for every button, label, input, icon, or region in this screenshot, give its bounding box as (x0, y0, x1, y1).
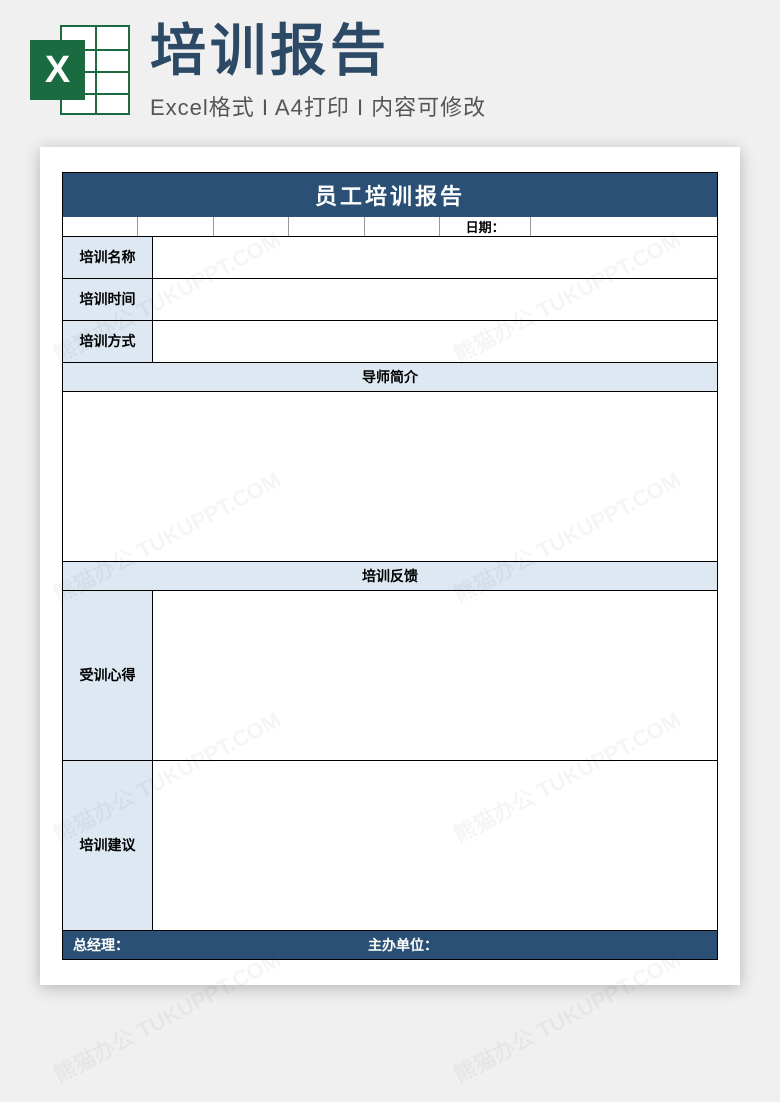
footer-manager-label: 总经理： (63, 931, 153, 959)
footer-organizer-label: 主办单位： (358, 931, 448, 959)
footer-manager-value[interactable] (153, 931, 358, 959)
label-training-name: 培训名称 (63, 237, 153, 278)
section-instructor-intro: 导师简介 (63, 363, 717, 392)
subtitle: Excel格式 I A4打印 I 内容可修改 (150, 90, 750, 122)
label-training-time: 培训时间 (63, 279, 153, 320)
main-title: 培训报告 (150, 20, 750, 82)
label-trainee-experience: 受训心得 (63, 591, 153, 760)
blank-cell (214, 217, 289, 236)
excel-file-icon: X (30, 20, 130, 120)
row-training-method: 培训方式 (63, 321, 717, 363)
blank-cell (63, 217, 138, 236)
excel-book-icon: X (30, 40, 85, 100)
footer-row: 总经理： 主办单位： (63, 931, 717, 959)
form-title: 员工培训报告 (63, 173, 717, 217)
date-value-cell[interactable] (531, 217, 717, 236)
footer-organizer-value[interactable] (448, 931, 717, 959)
label-training-method: 培训方式 (63, 321, 153, 362)
input-training-suggestion[interactable] (153, 761, 717, 930)
row-training-time: 培训时间 (63, 279, 717, 321)
title-block: 培训报告 Excel格式 I A4打印 I 内容可修改 (150, 20, 750, 122)
input-trainee-experience[interactable] (153, 591, 717, 760)
row-trainee-experience: 受训心得 (63, 591, 717, 761)
input-training-method[interactable] (153, 321, 717, 362)
row-training-name: 培训名称 (63, 237, 717, 279)
section-training-feedback: 培训反馈 (63, 562, 717, 591)
label-training-suggestion: 培训建议 (63, 761, 153, 930)
blank-cell (365, 217, 440, 236)
date-row: 日期： (63, 217, 717, 237)
blank-cell (289, 217, 364, 236)
header-area: X 培训报告 Excel格式 I A4打印 I 内容可修改 (0, 0, 780, 132)
training-report-form: 员工培训报告 日期： 培训名称 培训时间 培训方式 导师简介 培训反馈 受训心得 (62, 172, 718, 960)
input-training-time[interactable] (153, 279, 717, 320)
blank-cell (138, 217, 213, 236)
date-label: 日期： (440, 217, 530, 236)
row-training-suggestion: 培训建议 (63, 761, 717, 931)
input-instructor-intro[interactable] (63, 392, 717, 562)
document-page: 员工培训报告 日期： 培训名称 培训时间 培训方式 导师简介 培训反馈 受训心得 (40, 147, 740, 985)
input-training-name[interactable] (153, 237, 717, 278)
